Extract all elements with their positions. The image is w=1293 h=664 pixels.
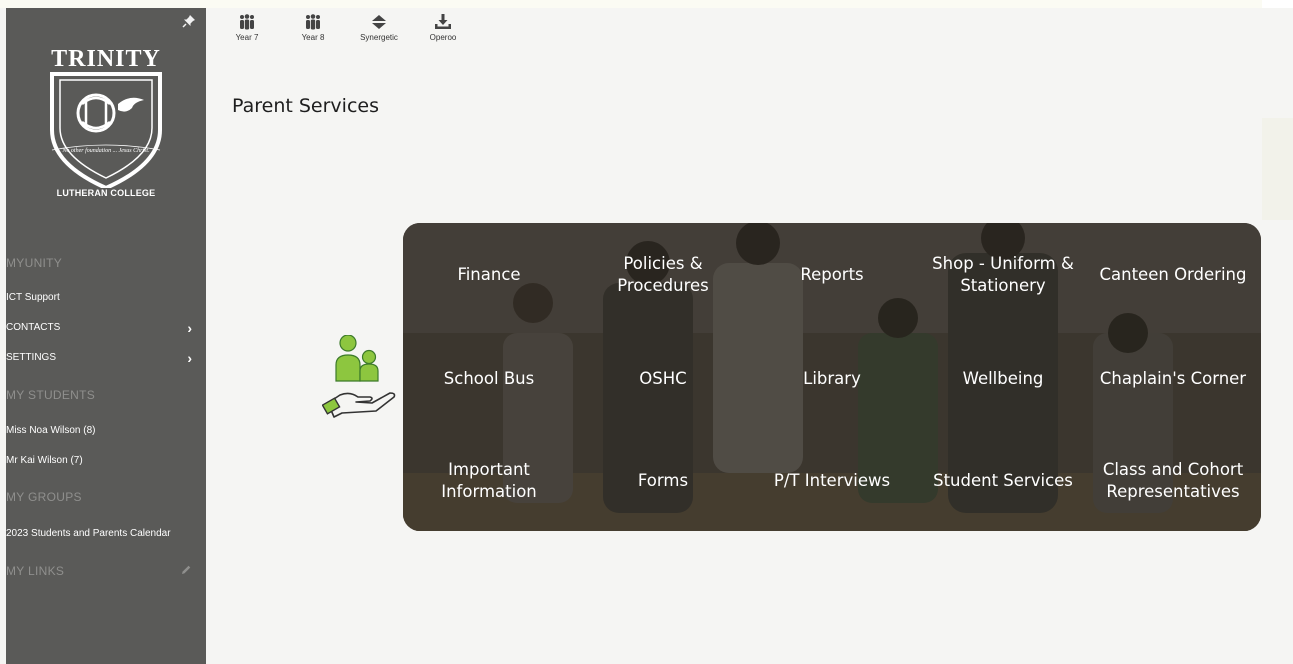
tile-school-bus[interactable]: School Bus [420, 349, 558, 409]
tile-class-cohort-reps[interactable]: Class and Cohort Representatives [1093, 451, 1253, 511]
nav-label: Miss Noa Wilson (8) [6, 425, 96, 436]
section-my-groups: MY GROUPS [6, 490, 82, 504]
toolbar-label: Year 7 [235, 33, 259, 42]
toolbar-synergetic[interactable]: Synergetic [354, 14, 404, 42]
nav-label: ICT Support [6, 292, 60, 303]
top-strip [0, 0, 1262, 8]
section-my-links: MY LINKS [6, 564, 206, 578]
toolbar-year8[interactable]: Year 8 [288, 14, 338, 42]
tile-chaplains-corner[interactable]: Chaplain's Corner [1093, 349, 1253, 409]
nav-label: Mr Kai Wilson (7) [6, 455, 83, 466]
tile-label: OSHC [639, 369, 687, 388]
tile-label: Reports [800, 265, 864, 284]
nav-contacts[interactable]: CONTACTS › [6, 320, 206, 336]
tile-shop[interactable]: Shop - Uniform & Stationery [923, 245, 1083, 305]
toolbar-label: Synergetic [360, 33, 398, 42]
tile-finance[interactable]: Finance [420, 245, 558, 305]
tile-pt-interviews[interactable]: P/T Interviews [763, 451, 901, 511]
nav-label: CONTACTS [6, 322, 61, 333]
tile-label: Student Services [933, 471, 1073, 490]
sidebar: TRINITY No other foundation ... Jesus Ch… [6, 8, 206, 664]
tile-label: Finance [457, 265, 521, 284]
right-shade [1262, 118, 1293, 220]
parent-services-hand-icon [321, 334, 398, 421]
logo-college-name: LUTHERAN COLLEGE [56, 188, 156, 198]
toolbar-label: Operoo [429, 33, 457, 42]
nav-student-noa[interactable]: Miss Noa Wilson (8) [6, 425, 206, 436]
tile-library[interactable]: Library [763, 349, 901, 409]
tile-label: Shop - Uniform & Stationery [932, 254, 1074, 295]
nav-ict-support[interactable]: ICT Support [6, 292, 206, 303]
tile-label: Canteen Ordering [1099, 265, 1247, 284]
tile-label: Forms [637, 471, 689, 490]
nav-student-kai[interactable]: Mr Kai Wilson (7) [6, 455, 206, 466]
nav-settings[interactable]: SETTINGS › [6, 350, 206, 366]
services-panel: Finance Policies & Procedures Reports Sh… [403, 223, 1261, 531]
toolbar-operoo[interactable]: Operoo [418, 14, 468, 42]
toolbar-year7[interactable]: Year 7 [222, 14, 272, 42]
tile-label: Policies & Procedures [617, 254, 709, 295]
tile-student-services[interactable]: Student Services [923, 451, 1083, 511]
logo-motto: No other foundation ... Jesus Christ. [62, 148, 150, 154]
nav-label: 2023 Students and Parents Calendar [6, 528, 171, 539]
pencil-icon[interactable] [180, 564, 192, 576]
synergetic-icon [372, 15, 386, 29]
chevron-right-icon: › [187, 350, 192, 366]
tile-policies[interactable]: Policies & Procedures [593, 245, 733, 305]
section-myunity: MYUNITY [6, 256, 63, 270]
tile-oshc[interactable]: OSHC [593, 349, 733, 409]
tile-reports[interactable]: Reports [763, 245, 901, 305]
nav-label: SETTINGS [6, 352, 57, 363]
tile-label: Chaplain's Corner [1099, 369, 1247, 388]
nav-group-calendar[interactable]: 2023 Students and Parents Calendar [6, 528, 206, 539]
tile-label: Wellbeing [962, 369, 1044, 388]
download-icon [435, 14, 451, 29]
tile-label: Class and Cohort Representatives [1102, 460, 1244, 501]
tile-forms[interactable]: Forms [593, 451, 733, 511]
toolbar-label: Year 8 [301, 33, 325, 42]
svg-text:TRINITY: TRINITY [51, 46, 161, 72]
group-icon [306, 14, 320, 30]
tile-important-information[interactable]: Important Information [420, 451, 558, 511]
tile-canteen[interactable]: Canteen Ordering [1093, 245, 1253, 305]
tile-wellbeing[interactable]: Wellbeing [923, 349, 1083, 409]
pin-icon[interactable] [182, 14, 196, 28]
tile-label: School Bus [443, 369, 535, 388]
section-my-students: MY STUDENTS [6, 388, 96, 402]
tile-label: P/T Interviews [773, 471, 891, 490]
tile-label: Library [803, 369, 861, 388]
section-label: MY LINKS [6, 564, 65, 578]
tile-label: Important Information [441, 460, 537, 501]
school-logo[interactable]: TRINITY No other foundation ... Jesus Ch… [46, 38, 166, 208]
page-title: Parent Services [232, 94, 379, 117]
group-icon [240, 14, 254, 30]
chevron-right-icon: › [187, 320, 192, 336]
